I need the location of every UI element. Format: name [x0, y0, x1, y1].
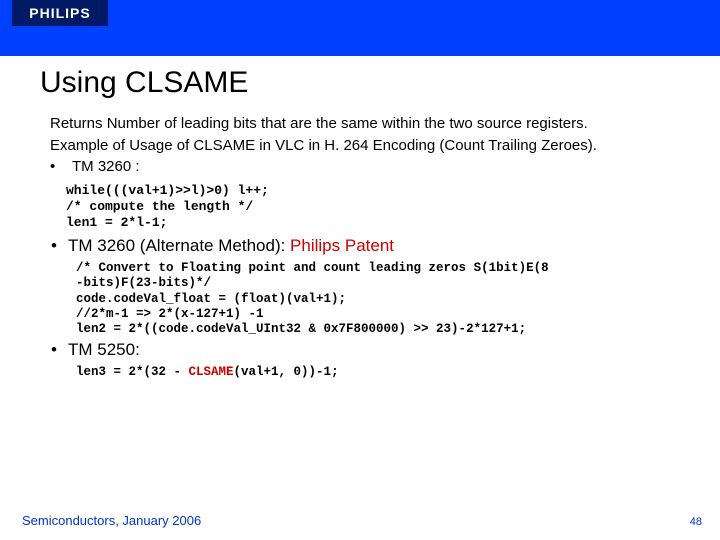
- bullet-tm3260-label: TM 3260 :: [72, 158, 140, 175]
- bullet-tm3260: •TM 3260 :: [50, 157, 680, 177]
- footer-text: Semiconductors, January 2006: [22, 513, 201, 528]
- intro-line-1: Returns Number of leading bits that are …: [50, 114, 680, 134]
- header-banner: PHILIPS: [0, 0, 720, 56]
- code-block-3: len3 = 2*(32 - CLSAME(val+1, 0))-1;: [76, 365, 680, 380]
- code3-part-a: len3 = 2*(32 -: [76, 365, 189, 379]
- bullet-tm5250-label: TM 5250:: [68, 340, 140, 359]
- slide-content: Using CLSAME Returns Number of leading b…: [0, 56, 720, 381]
- clsame-keyword: CLSAME: [189, 365, 234, 379]
- page-number: 48: [690, 516, 702, 528]
- bullet-alternate-label: TM 3260 (Alternate Method):: [68, 236, 290, 255]
- bullet-tm5250: •TM 5250:: [40, 339, 680, 362]
- intro-line-2: Example of Usage of CLSAME in VLC in H. …: [50, 136, 680, 156]
- philips-logo: PHILIPS: [12, 0, 108, 26]
- logo-text: PHILIPS: [29, 5, 90, 21]
- code-block-2: /* Convert to Floating point and count l…: [76, 261, 680, 337]
- philips-patent-label: Philips Patent: [290, 236, 394, 255]
- code3-part-c: (val+1, 0))-1;: [234, 365, 339, 379]
- bullet-alternate: •TM 3260 (Alternate Method): Philips Pat…: [40, 235, 680, 258]
- slide-title: Using CLSAME: [40, 66, 680, 100]
- code-block-1: while(((val+1)>>l)>0) l++; /* compute th…: [66, 183, 680, 232]
